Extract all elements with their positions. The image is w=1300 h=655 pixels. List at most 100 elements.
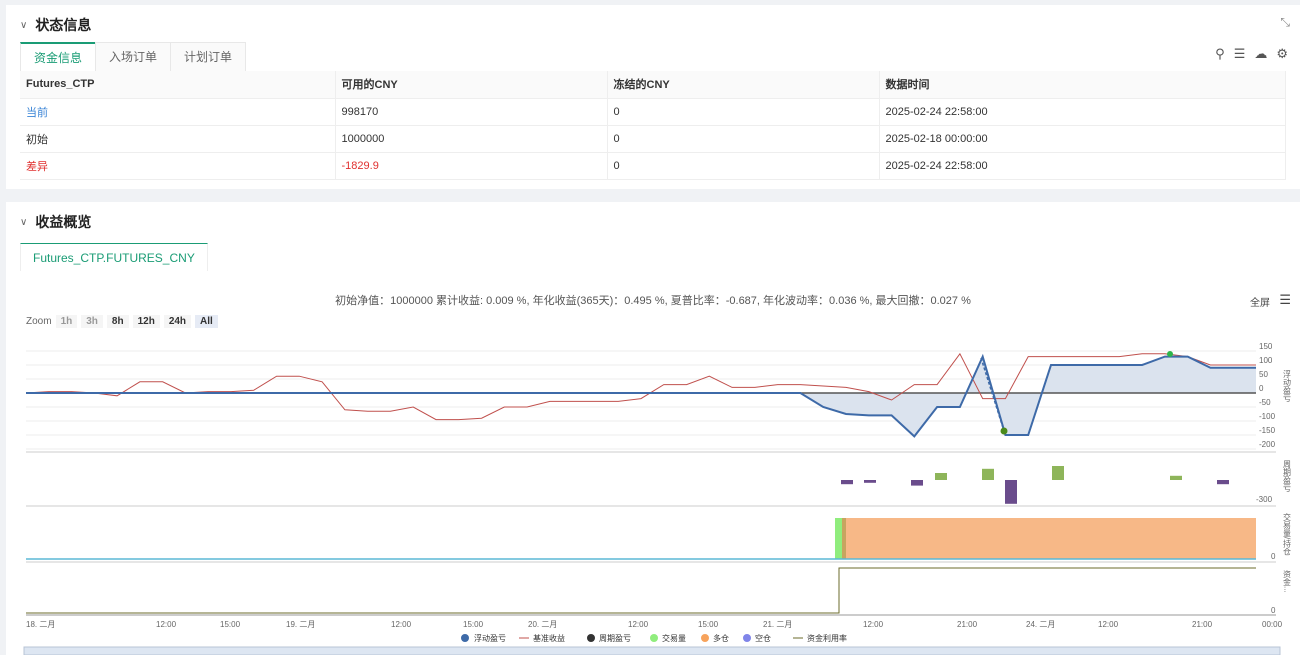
x-tick: 18. 二月 [26, 620, 55, 629]
y-tick: -300 [1256, 495, 1273, 504]
cycle-bar [1052, 466, 1064, 480]
table-cell: 2025-02-24 22:58:00 [879, 152, 1286, 180]
x-tick: 15:00 [463, 620, 484, 629]
x-tick: 20. 二月 [528, 620, 557, 629]
cycle-bar [935, 473, 947, 480]
status-title: 状态信息 [35, 17, 92, 33]
cloud-download-icon[interactable]: ☁ [1254, 46, 1267, 62]
y-tick: 150 [1259, 342, 1273, 351]
x-tick: 15:00 [220, 620, 241, 629]
cycle-bar [982, 468, 994, 480]
collapse-icon[interactable]: ⤡ [1280, 15, 1290, 30]
table-cell: 998170 [335, 98, 608, 126]
float-profit-area [26, 356, 1256, 437]
y-tick: -200 [1259, 440, 1276, 449]
column-header: Futures_CTP [20, 71, 336, 99]
marker-olive [1000, 427, 1008, 435]
table-toolbar: ⚲ ☰ ☁ ⚙ [1215, 46, 1288, 62]
table-cell: 0 [607, 152, 880, 180]
row-label: 差异 [20, 152, 336, 180]
volume-bar-2 [842, 518, 846, 559]
row-label: 当前 [20, 98, 336, 126]
chevron-down-icon[interactable]: ∨ [20, 20, 27, 31]
y-tick: 100 [1259, 356, 1273, 365]
table-cell: 1000000 [335, 125, 608, 153]
summary-text: 初始净值：1000000 累计收益: 0.009 %, 年化收益(365天)：0… [335, 295, 971, 307]
tab-entry-orders[interactable]: 入场订单 [95, 42, 172, 72]
long-position-area [846, 518, 1256, 559]
legend-item-usage[interactable]: 资金利用率 [807, 633, 847, 643]
x-tick: 12:00 [156, 620, 177, 629]
legend-item-short[interactable]: 空仓 [755, 633, 771, 643]
tab-funds[interactable]: 资金信息 [20, 42, 97, 72]
axis-title-float: 浮动盈亏 [1283, 369, 1292, 403]
zoom-label: Zoom [26, 316, 52, 327]
fund-usage-line [26, 567, 1256, 614]
zoom-all-button[interactable]: All [195, 315, 218, 328]
y-tick: -150 [1259, 426, 1276, 435]
y-tick: 0 [1259, 384, 1264, 393]
y-tick: -100 [1259, 412, 1276, 421]
x-tick: 24. 二月 [1026, 620, 1055, 629]
legend-item-volume[interactable]: 交易量 [662, 633, 686, 643]
y-axis-1: 150 100 50 0 -50 -100 -150 -200 [1259, 342, 1276, 449]
search-icon[interactable]: ⚲ [1215, 46, 1225, 62]
x-tick: 21:00 [1192, 620, 1213, 629]
chevron-down-icon[interactable]: ∨ [20, 217, 27, 228]
legend-item-bench[interactable]: 基准收益 [533, 633, 565, 643]
x-tick: 21:00 [957, 620, 978, 629]
funds-table: Futures_CTP 可用的CNY 冻结的CNY 数据时间 当前 998170… [20, 71, 1286, 180]
column-header: 可用的CNY [335, 71, 608, 99]
profit-chart[interactable]: 150 100 50 0 -50 -100 -150 -200 浮动盈亏 -30… [6, 330, 1300, 655]
legend-item-cycle[interactable]: 周期盈亏 [599, 634, 631, 643]
zoom-1h-button[interactable]: 1h [55, 315, 78, 328]
volume-bar [835, 518, 842, 559]
axis-title-volume: 交易量/持仓 [1283, 512, 1292, 555]
profit-section-title[interactable]: ∨ 收益概览 [20, 212, 91, 232]
fullscreen-button[interactable]: 全屏 [1250, 294, 1270, 309]
status-tabs: 资金信息 入场订单 计划订单 [20, 42, 247, 72]
zoom-8h-button[interactable]: 8h [106, 315, 129, 328]
zoom-12h-button[interactable]: 12h [132, 315, 160, 328]
tab-planned-orders[interactable]: 计划订单 [170, 42, 247, 72]
column-header: 冻结的CNY [607, 71, 880, 99]
y-tick: 50 [1259, 370, 1268, 379]
legend-item-float[interactable]: 浮动盈亏 [474, 633, 506, 643]
x-tick: 12:00 [628, 620, 649, 629]
table-row: 初始 1000000 0 2025-02-18 00:00:00 [20, 125, 1286, 153]
gear-icon[interactable]: ⚙ [1276, 46, 1288, 62]
cycle-bar [1005, 480, 1017, 504]
row-label: 初始 [20, 125, 336, 153]
chart-menu-icon[interactable]: ☰ [1279, 292, 1291, 308]
x-tick: 12:00 [1098, 620, 1119, 629]
table-cell: 0 [607, 98, 880, 126]
x-tick: 21. 二月 [763, 620, 792, 629]
y-tick: 0 [1271, 606, 1276, 615]
zoom-3h-button[interactable]: 3h [81, 315, 103, 328]
cycle-bar [1170, 475, 1182, 480]
legend-item-long[interactable]: 多仓 [713, 633, 729, 643]
marker-green [1167, 351, 1173, 357]
cycle-bar [841, 480, 853, 485]
cycle-bar [911, 480, 923, 486]
table-row: 差异 -1829.9 0 2025-02-24 22:58:00 [20, 152, 1286, 180]
column-header: 数据时间 [879, 71, 1286, 99]
table-header-row: Futures_CTP 可用的CNY 冻结的CNY 数据时间 [20, 71, 1286, 99]
status-panel: ∨ 状态信息 ⤡ 资金信息 入场订单 计划订单 ⚲ ☰ ☁ ⚙ Futures_… [6, 5, 1300, 189]
navigator-bar [23, 646, 1281, 655]
status-section-title[interactable]: ∨ 状态信息 [20, 15, 91, 35]
x-tick: 19. 二月 [286, 620, 315, 629]
zoom-24h-button[interactable]: 24h [163, 315, 192, 328]
x-tick: 12:00 [391, 620, 412, 629]
zoom-bar: Zoom 1h 3h 8h 12h 24h All [26, 315, 218, 328]
x-axis: 18. 二月 12:00 15:00 19. 二月 12:00 15:00 20. 二月 12… [26, 620, 1283, 629]
y-tick: 0 [1271, 552, 1276, 561]
list-icon[interactable]: ☰ [1234, 46, 1246, 62]
tab-futures-cny[interactable]: Futures_CTP.FUTURES_CNY [20, 243, 208, 271]
axis-title-cycle: 周期盈亏 [1283, 460, 1292, 493]
x-tick: 00:00 [1262, 620, 1283, 629]
cycle-bar [1217, 480, 1229, 485]
axis-title-usage: 资金... [1283, 569, 1292, 593]
table-row: 当前 998170 0 2025-02-24 22:58:00 [20, 98, 1286, 126]
table-cell: 0 [607, 125, 880, 153]
